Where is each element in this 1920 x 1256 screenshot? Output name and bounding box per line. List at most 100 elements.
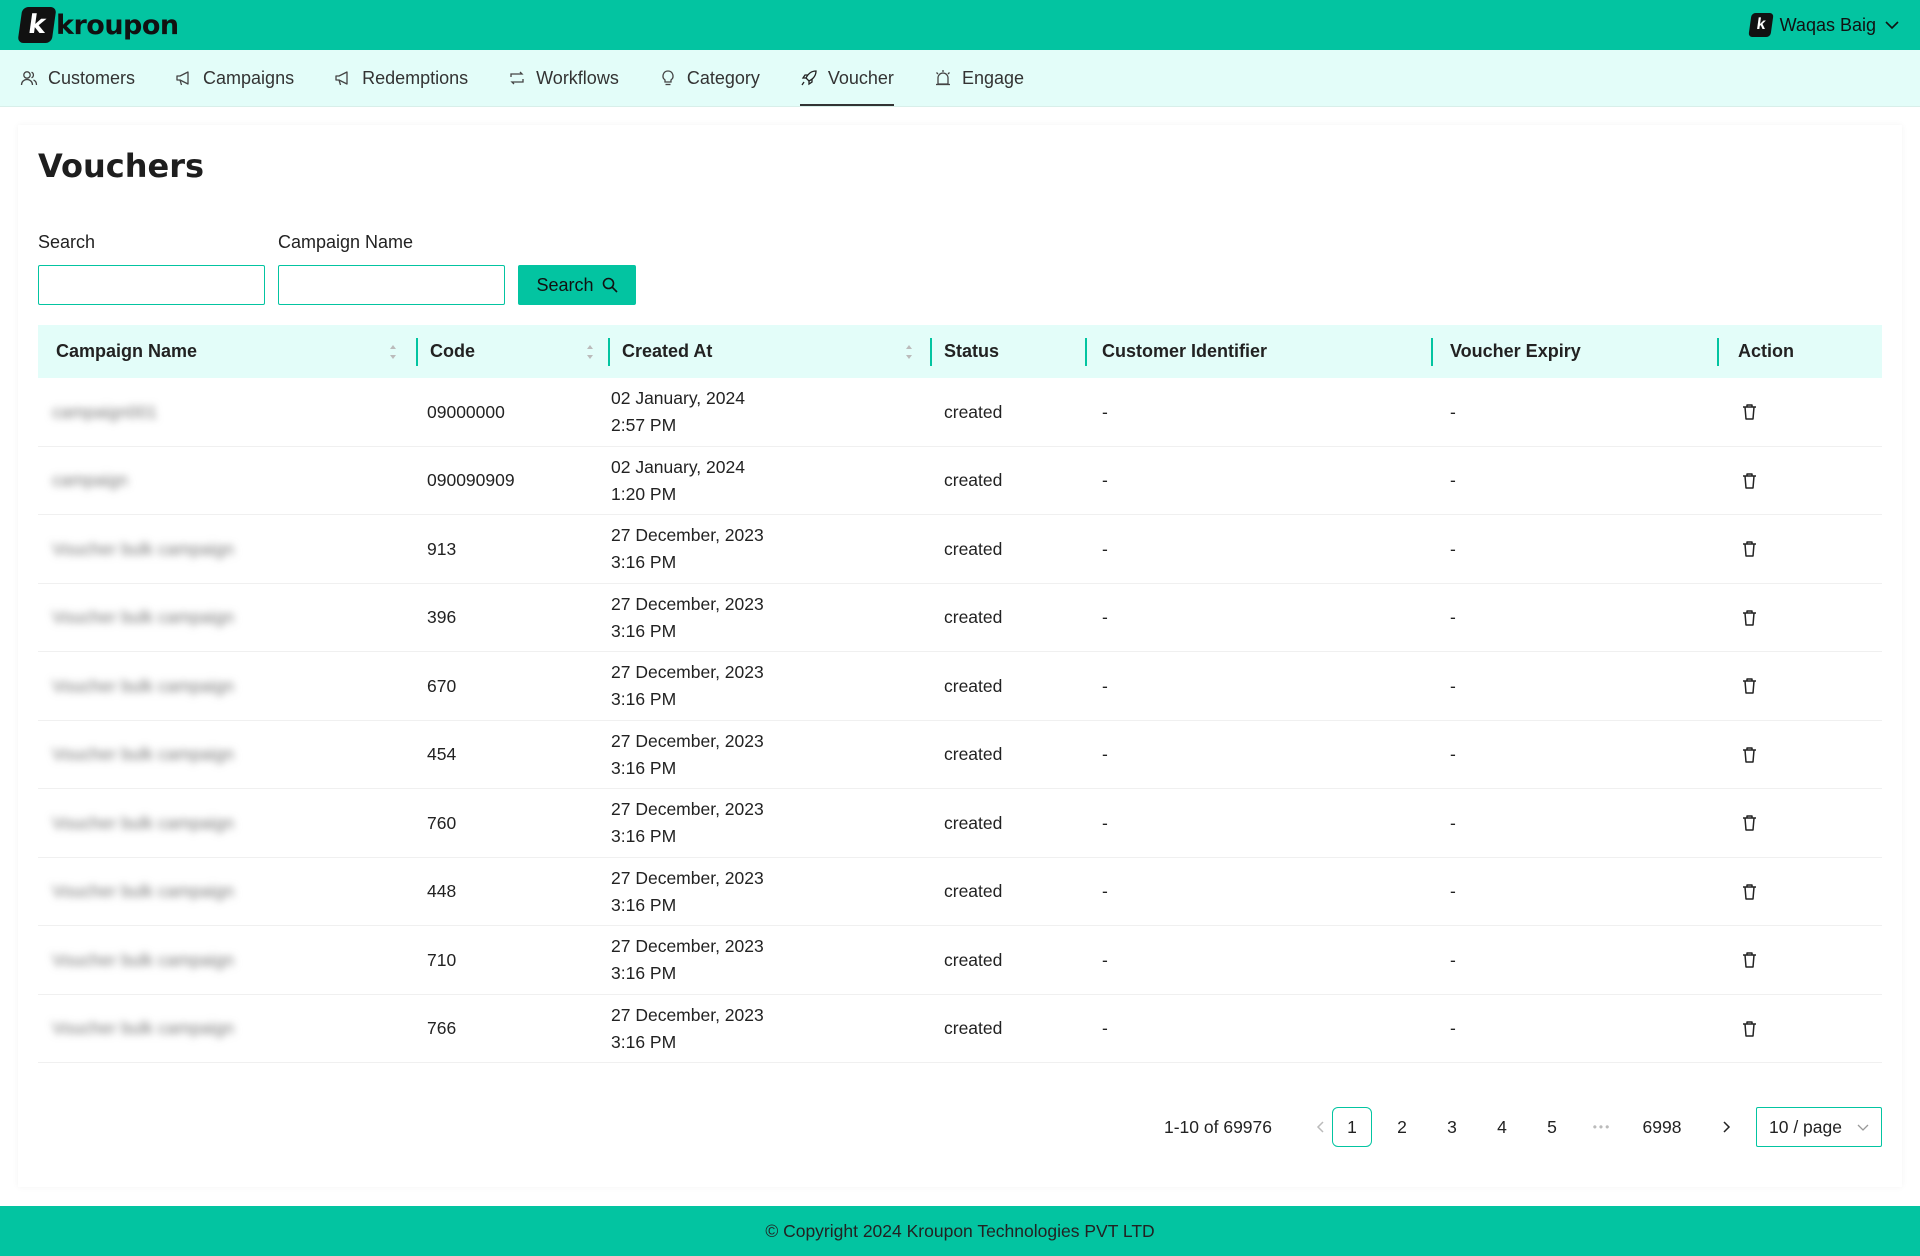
cell-voucher-expiry: - xyxy=(1450,538,1456,559)
trash-icon xyxy=(1743,746,1756,763)
page-size-select[interactable]: 10 / page xyxy=(1756,1107,1882,1147)
cell-status: created xyxy=(944,881,1003,901)
page-button-3[interactable]: 3 xyxy=(1432,1107,1472,1147)
search-input[interactable] xyxy=(38,265,265,305)
created-date: 27 December, 2023 xyxy=(611,799,764,819)
page-size-value: 10 / page xyxy=(1769,1116,1842,1137)
column-header-code[interactable]: Code xyxy=(430,325,475,378)
delete-button[interactable] xyxy=(1741,789,1758,857)
delete-button[interactable] xyxy=(1741,995,1758,1063)
cell-status: created xyxy=(944,538,1003,559)
delete-button[interactable] xyxy=(1741,447,1758,515)
footer: © Copyright 2024 Kroupon Technologies PV… xyxy=(0,1206,1920,1256)
page-button-last[interactable]: 6998 xyxy=(1632,1107,1692,1147)
pagination-ellipsis[interactable]: ••• xyxy=(1582,1107,1622,1147)
delete-button[interactable] xyxy=(1741,515,1758,583)
delete-button[interactable] xyxy=(1741,652,1758,720)
created-time: 3:16 PM xyxy=(611,552,677,572)
table-row: Voucher bulk campaign 760 27 December, 202… xyxy=(38,789,1882,858)
sort-icon[interactable] xyxy=(904,341,914,363)
column-divider[interactable] xyxy=(1431,338,1433,366)
column-header-created-at[interactable]: Created At xyxy=(622,325,712,378)
delete-button[interactable] xyxy=(1741,858,1758,926)
app-logo[interactable]: k kroupon xyxy=(17,5,179,45)
nav-item-redemptions[interactable]: Redemptions xyxy=(334,50,468,106)
column-header-customer-identifier: Customer Identifier xyxy=(1102,341,1268,361)
user-menu[interactable]: k Waqas Baig xyxy=(1747,13,1900,37)
cell-campaign-name: Voucher bulk campaign xyxy=(52,812,234,833)
sort-icon[interactable] xyxy=(585,341,595,363)
cell-customer-identifier: - xyxy=(1102,949,1108,970)
cell-customer-identifier: - xyxy=(1102,1018,1108,1038)
nav-item-category[interactable]: Category xyxy=(659,50,760,106)
users-icon xyxy=(20,69,38,87)
created-date: 27 December, 2023 xyxy=(611,936,764,956)
nav-item-campaigns[interactable]: Campaigns xyxy=(175,50,294,106)
table-row: Voucher bulk campaign 766 27 December, 202… xyxy=(38,995,1882,1063)
column-divider[interactable] xyxy=(930,338,932,366)
retweet-icon xyxy=(508,69,526,87)
column-divider[interactable] xyxy=(1717,338,1719,366)
trash-icon xyxy=(1743,952,1756,968)
column-divider[interactable] xyxy=(1085,338,1087,366)
cell-campaign-name: campaign001 xyxy=(52,401,158,422)
delete-button[interactable] xyxy=(1741,584,1758,652)
delete-button[interactable] xyxy=(1741,721,1758,789)
main-nav: Customers Campaigns Redemptions Workflows Ca… xyxy=(0,50,1920,107)
table-row: Voucher bulk campaign 710 27 December, 202… xyxy=(38,926,1882,995)
cell-voucher-expiry: - xyxy=(1450,744,1456,764)
nav-item-label: Customers xyxy=(48,67,136,88)
cell-customer-identifier: - xyxy=(1102,881,1108,901)
next-page-button[interactable] xyxy=(1706,1107,1746,1147)
search-label: Search xyxy=(38,232,96,252)
column-divider[interactable] xyxy=(608,338,610,366)
vouchers-card: Vouchers Search Campaign Name Search Cam… xyxy=(18,125,1902,1187)
table-header: Campaign Name Code Created At Status Custome… xyxy=(38,325,1882,378)
cell-customer-identifier: - xyxy=(1102,812,1108,833)
cell-status: created xyxy=(944,470,1003,490)
search-button[interactable]: Search xyxy=(518,265,636,305)
trash-icon xyxy=(1743,815,1756,831)
cell-created-at: 02 January, 2024 1:20 PM xyxy=(611,447,745,515)
nav-item-label: Workflows xyxy=(536,67,619,88)
sort-icon[interactable] xyxy=(388,341,398,363)
cell-campaign-name: Voucher bulk campaign xyxy=(52,538,234,559)
nav-item-voucher[interactable]: Voucher xyxy=(799,50,895,106)
created-time: 1:20 PM xyxy=(611,483,677,504)
cell-customer-identifier: - xyxy=(1102,470,1108,490)
page-button-2[interactable]: 2 xyxy=(1382,1107,1422,1147)
page-button-4[interactable]: 4 xyxy=(1482,1107,1522,1147)
cell-code: 454 xyxy=(427,744,457,764)
logo-text: kroupon xyxy=(56,9,179,41)
nav-item-workflows[interactable]: Workflows xyxy=(508,50,619,106)
footer-copyright: © Copyright 2024 Kroupon Technologies PV… xyxy=(765,1220,1155,1241)
cell-campaign-name: campaign xyxy=(52,470,128,490)
column-divider[interactable] xyxy=(416,338,418,366)
table-row: Voucher bulk campaign 396 27 December, 202… xyxy=(38,584,1882,652)
cell-voucher-expiry: - xyxy=(1450,401,1456,422)
chevron-down-icon xyxy=(1885,21,1899,30)
cell-campaign-name: Voucher bulk campaign xyxy=(52,744,234,764)
campaign-name-input[interactable] xyxy=(278,265,505,305)
delete-button[interactable] xyxy=(1741,378,1758,446)
cell-code: 396 xyxy=(427,607,457,627)
nav-item-engage[interactable]: Engage xyxy=(934,50,1024,106)
logo-mark: k xyxy=(17,7,57,43)
cell-campaign-name: Voucher bulk campaign xyxy=(52,949,234,970)
trash-icon xyxy=(1743,404,1756,420)
cell-campaign-name: Voucher bulk campaign xyxy=(52,607,234,627)
cell-voucher-expiry: - xyxy=(1450,675,1456,696)
cell-voucher-expiry: - xyxy=(1450,949,1456,970)
user-name: Waqas Baig xyxy=(1779,14,1876,35)
cell-voucher-expiry: - xyxy=(1450,1018,1456,1038)
search-icon xyxy=(602,277,618,293)
page-button-1[interactable]: 1 xyxy=(1332,1107,1372,1147)
column-header-campaign-name[interactable]: Campaign Name xyxy=(56,325,197,378)
delete-button[interactable] xyxy=(1741,926,1758,994)
cell-created-at: 27 December, 2023 3:16 PM xyxy=(611,926,764,994)
page-button-5[interactable]: 5 xyxy=(1532,1107,1572,1147)
created-time: 3:16 PM xyxy=(611,620,677,641)
nav-item-customers[interactable]: Customers xyxy=(20,50,135,106)
column-header-voucher-expiry: Voucher Expiry xyxy=(1450,341,1581,361)
cell-status: created xyxy=(944,1018,1003,1038)
